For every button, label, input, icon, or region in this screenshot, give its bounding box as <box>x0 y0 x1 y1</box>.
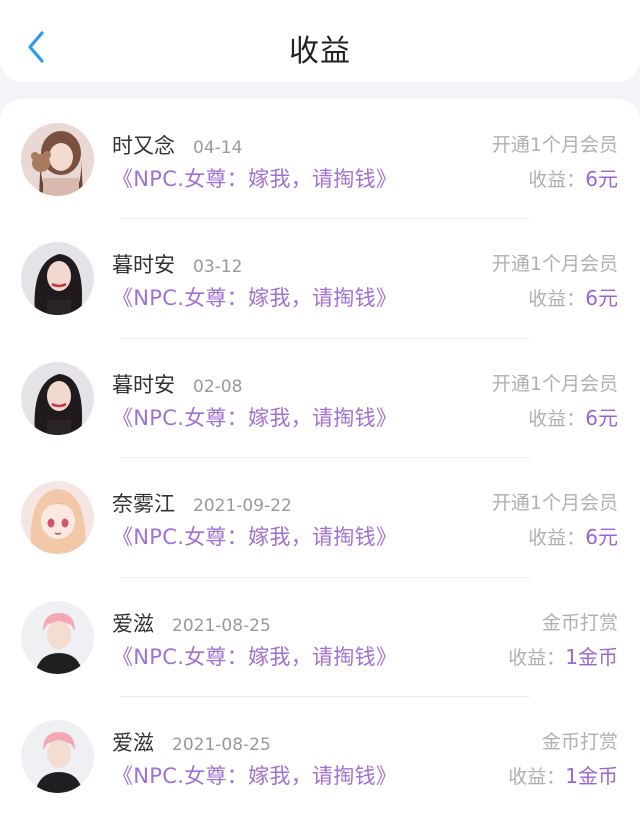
earnings-label: 收益： <box>508 646 566 669</box>
earnings-label: 收益： <box>528 169 586 191</box>
earnings-value: 1金币 <box>565 644 618 669</box>
earnings-amount: 收益：6元 <box>528 402 618 431</box>
earnings-value: 6元 <box>585 286 618 311</box>
transaction-type: 开通1个月会员 <box>491 492 618 515</box>
dark-hair-girl-icon <box>21 242 94 316</box>
avatar <box>21 361 94 435</box>
earnings-list: 时又念 04-14 《NPC.女尊：嫁我，请掏钱》 开通1个月会员 收益：6元 暮… <box>0 99 640 819</box>
earnings-label: 收益： <box>528 527 586 550</box>
list-item[interactable]: 时又念 04-14 《NPC.女尊：嫁我，请掏钱》 开通1个月会员 收益：6元 <box>0 99 640 218</box>
earnings-amount: 收益：1金币 <box>508 641 618 670</box>
avatar <box>21 481 94 555</box>
earnings-amount: 收益：6元 <box>528 521 618 550</box>
list-item[interactable]: 暮时安 03-12 《NPC.女尊：嫁我，请掏钱》 开通1个月会员 收益：6元 <box>0 218 640 337</box>
transaction-type: 金币打赏 <box>541 611 618 634</box>
book-title: 《NPC.女尊：嫁我，请掏钱》 <box>112 286 398 311</box>
header-bar: 收益 <box>0 0 640 82</box>
avatar <box>21 242 94 316</box>
book-title: 《NPC.女尊：嫁我，请掏钱》 <box>112 644 398 669</box>
transaction-type: 金币打赏 <box>541 730 618 753</box>
earnings-value: 6元 <box>585 525 618 550</box>
user-name: 时又念 04-14 <box>112 134 243 158</box>
avatar <box>21 123 94 196</box>
record-date: 03-12 <box>193 257 243 278</box>
record-date: 2021-08-25 <box>172 734 271 755</box>
book-title: 《NPC.女尊：嫁我，请掏钱》 <box>112 525 398 550</box>
earnings-value: 6元 <box>585 405 618 430</box>
earnings-value: 1金币 <box>565 763 618 788</box>
earnings-amount: 收益：6元 <box>528 282 618 311</box>
user-name: 奈雾江 2021-09-22 <box>112 492 292 517</box>
record-date: 02-08 <box>193 376 243 397</box>
transaction-type: 开通1个月会员 <box>491 134 618 156</box>
avatar <box>21 600 94 674</box>
list-item[interactable]: 暮时安 02-08 《NPC.女尊：嫁我，请掏钱》 开通1个月会员 收益：6元 <box>0 337 640 457</box>
book-title: 《NPC.女尊：嫁我，请掏钱》 <box>112 167 398 191</box>
record-date: 04-14 <box>193 138 243 158</box>
pink-hair-boy-icon <box>21 600 94 674</box>
list-item[interactable]: 爱滋 2021-08-25 《NPC.女尊：嫁我，请掏钱》 金币打赏 收益：1金币 <box>0 576 640 696</box>
earnings-amount: 收益：6元 <box>528 163 618 192</box>
book-title: 《NPC.女尊：嫁我，请掏钱》 <box>112 405 398 430</box>
dark-hair-girl-icon <box>21 361 94 435</box>
user-name: 爱滋 2021-08-25 <box>112 611 271 636</box>
transaction-type: 开通1个月会员 <box>491 253 618 276</box>
user-name: 暮时安 02-08 <box>112 372 243 397</box>
book-title: 《NPC.女尊：嫁我，请掏钱》 <box>112 763 398 788</box>
page-title: 收益 <box>289 34 351 69</box>
list-item[interactable]: 奈雾江 2021-09-22 《NPC.女尊：嫁我，请掏钱》 开通1个月会员 收益… <box>0 457 640 576</box>
earnings-label: 收益： <box>528 288 586 311</box>
anime-girl-icon <box>21 481 94 555</box>
user-name: 暮时安 03-12 <box>112 253 243 278</box>
list-item[interactable]: 爱滋 2021-08-25 《NPC.女尊：嫁我，请掏钱》 金币打赏 收益：1金币 <box>0 695 640 815</box>
record-date: 2021-08-25 <box>172 615 271 636</box>
avatar <box>21 719 94 793</box>
earnings-amount: 收益：1金币 <box>508 760 618 789</box>
earnings-label: 收益： <box>528 407 586 430</box>
user-name: 爱滋 2021-08-25 <box>112 730 271 755</box>
transaction-type: 开通1个月会员 <box>491 372 618 395</box>
pink-hair-boy-icon <box>21 719 94 793</box>
earnings-label: 收益： <box>508 765 566 788</box>
girl-with-teddy-bear-icon <box>21 123 94 196</box>
earnings-value: 6元 <box>585 167 618 191</box>
record-date: 2021-09-22 <box>193 496 292 517</box>
